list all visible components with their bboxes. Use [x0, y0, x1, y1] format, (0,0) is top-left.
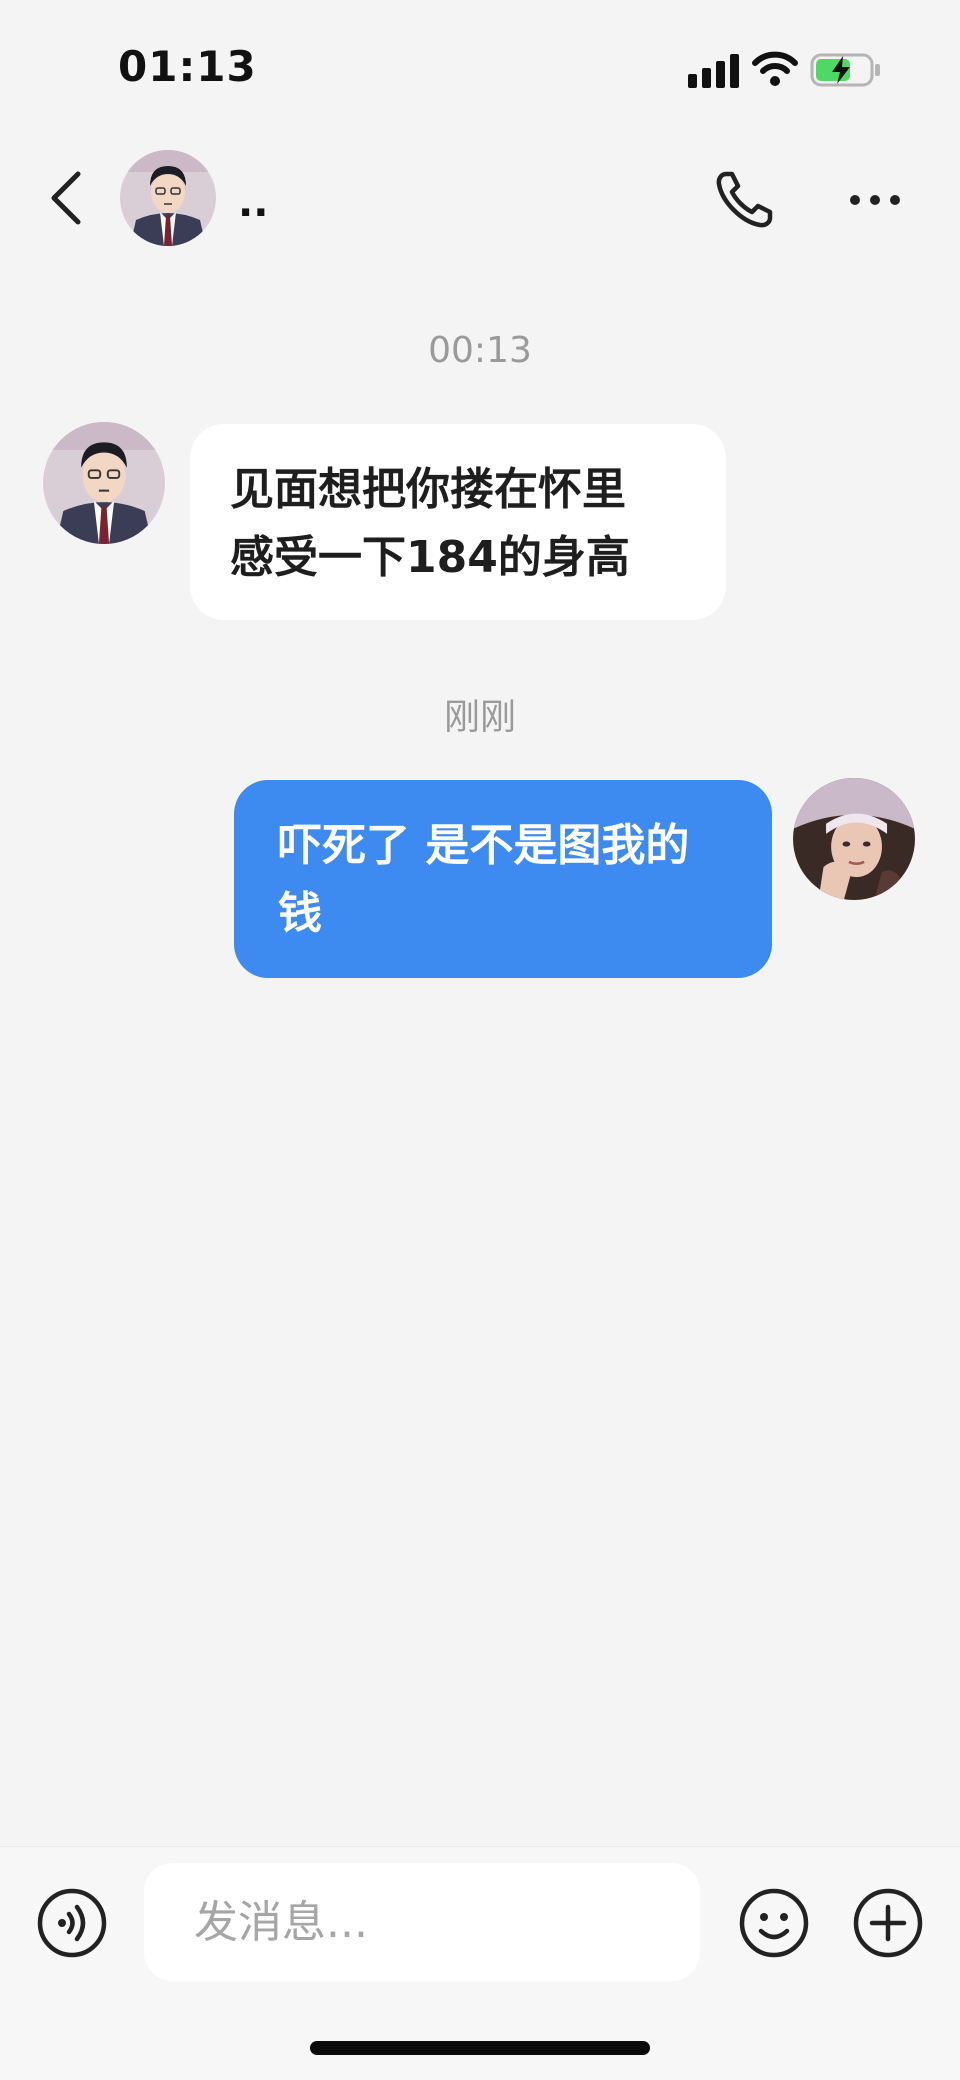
message-line: 见面想把你搂在怀里 [230, 464, 626, 515]
status-bar: 01:13 [0, 0, 960, 140]
status-time: 01:13 [118, 42, 257, 91]
emoji-button[interactable] [738, 1887, 810, 1959]
message-input[interactable] [144, 1863, 700, 1981]
message-timestamp: 00:13 [428, 330, 532, 371]
more-actions-plus-button[interactable] [852, 1887, 924, 1959]
message-line: 吓死了 是不是图我的 [278, 820, 690, 871]
wifi-icon [752, 51, 798, 86]
message-line: 感受一下184的身高 [230, 532, 630, 583]
message-timestamp: 刚刚 [443, 697, 516, 738]
battery-charging-icon [810, 53, 880, 87]
phone-call-button[interactable] [712, 168, 776, 232]
contact-name[interactable]: .. [238, 180, 268, 226]
outgoing-message-bubble[interactable]: 吓死了 是不是图我的 钱 [234, 780, 772, 978]
self-message-avatar[interactable] [793, 778, 915, 900]
home-indicator [310, 2041, 650, 2055]
signal-icon [688, 54, 739, 88]
contact-message-avatar[interactable] [43, 422, 165, 544]
voice-input-button[interactable] [36, 1887, 108, 1959]
message-input-bar [0, 1846, 960, 2080]
incoming-message-bubble[interactable]: 见面想把你搂在怀里 感受一下184的身高 [190, 424, 726, 620]
message-line: 钱 [278, 888, 322, 939]
contact-avatar[interactable] [120, 150, 216, 246]
back-button[interactable] [44, 168, 88, 228]
chat-header: .. [0, 140, 960, 260]
more-options-button[interactable] [848, 180, 902, 220]
